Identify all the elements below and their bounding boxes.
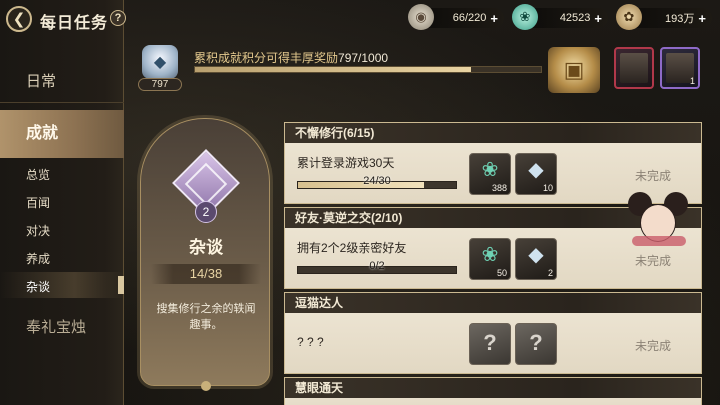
category-name: 杂谈 [189,238,223,257]
help-button[interactable]: ? [110,10,126,26]
task-item[interactable]: 慧眼通天 [284,377,702,405]
reward-item-unknown[interactable]: ? [515,323,557,365]
chest-icon: ▣ [563,57,585,82]
currency-value: 42523 [559,12,591,24]
nav-divider [0,102,124,103]
reward-item[interactable]: ❀ 388 [469,153,511,195]
achievement-progress-bar [194,66,542,73]
sub-item-overview[interactable]: 总览 [26,166,50,183]
category-description: 搜集修行之余的轶闻趣事。 [156,303,256,331]
reward-count: 50 [496,268,507,278]
currency-jade: ❀ 42523 + [512,4,608,30]
sub-item-baiwen[interactable]: 百闻 [26,194,50,211]
achievement-points-text: 累积成就积分可得丰厚奖励797/1000 [194,49,388,66]
character-portrait [622,192,696,252]
jade-icon: ❀ [512,4,538,30]
achievement-points-count: 797/1000 [338,51,389,65]
task-title: 不懈修行(6/15) [285,123,701,143]
reward-count: 388 [491,183,507,193]
nav-daily[interactable]: 日常 [0,70,124,94]
unknown-icon: ? [529,330,543,355]
add-jade-button[interactable]: + [594,11,602,26]
sub-item-duel[interactable]: 对决 [26,222,50,239]
task-item[interactable]: 逗猫达人 ? ? ? ? ? 未完成 [284,292,702,374]
add-coin-button[interactable]: + [698,11,706,26]
achievement-points-label: 累积成就积分可得丰厚奖励 [194,51,339,65]
task-title: 慧眼通天 [285,378,701,398]
reward-card-count: 1 [689,76,695,86]
category-level: 2 [195,201,217,223]
task-description: 拥有2个2级亲密好友 [297,241,407,255]
coin-icon: ✿ [616,4,642,30]
task-progress-text: 24/30 [363,175,391,187]
back-arrow-icon: ❮ [12,11,26,28]
cup-icon: ◆ [142,45,178,79]
character-collar [632,236,686,246]
achievement-points-value: 797 [138,78,182,91]
stamina-icon: ◉ [408,4,434,30]
achievement-points-badge: ◆ 797 [138,45,182,91]
reward-item[interactable]: ◆ 2 [515,238,557,280]
task-description: 累计登录游戏30天 [297,156,395,170]
task-title: 逗猫达人 [285,293,701,313]
cup-icon: ◆ [528,244,544,266]
achievement-progress-fill [195,67,471,72]
page-title: 每日任务 [40,15,109,32]
cup-icon: ◆ [528,159,544,181]
task-description: ? ? ? [297,335,324,349]
category-card: 2 杂谈 14/38 搜集修行之余的轶闻趣事。 [140,118,270,391]
reward-item[interactable]: ◆ 10 [515,153,557,195]
reward-count: 2 [547,268,553,278]
unknown-icon: ? [483,330,497,355]
currency-value: 193万 [665,13,695,25]
currency-coin: ✿ 193万 + [616,4,712,30]
reward-card-portrait[interactable] [614,47,654,89]
task-progress-text: 0/2 [369,260,385,272]
reward-card-item[interactable]: 1 [660,47,700,89]
currency-stamina: ◉ 66/220 + [408,4,504,30]
back-button[interactable]: ❮ [6,6,32,32]
add-stamina-button[interactable]: + [490,11,498,26]
nav-achievement[interactable]: 成就 [0,110,124,158]
left-navigation: ❮ 每日任务 ? 日常 成就 总览 百闻 对决 养成 杂谈 奉礼宝烛 [0,0,126,405]
nav-gift-candle[interactable]: 奉礼宝烛 [0,316,124,340]
jade-icon: ❀ [481,159,499,181]
reward-item[interactable]: ❀ 50 [469,238,511,280]
reward-item-unknown[interactable]: ? [469,323,511,365]
sub-item-highlight [0,272,124,298]
task-status: 未完成 [635,169,672,183]
task-status: 未完成 [635,339,672,353]
sub-item-marker [118,276,124,294]
reward-chest-button[interactable]: ▣ [548,47,600,93]
task-status: 未完成 [635,254,672,268]
sub-item-growth[interactable]: 养成 [26,250,50,267]
jade-icon: ❀ [481,244,499,266]
category-progress: 14/38 [151,264,261,284]
currency-value: 66/220 [452,12,487,24]
reward-count: 10 [542,183,553,193]
portrait-frame-icon [620,53,648,83]
sub-item-misc[interactable]: 杂谈 [26,278,50,295]
pendant-icon [201,381,211,391]
